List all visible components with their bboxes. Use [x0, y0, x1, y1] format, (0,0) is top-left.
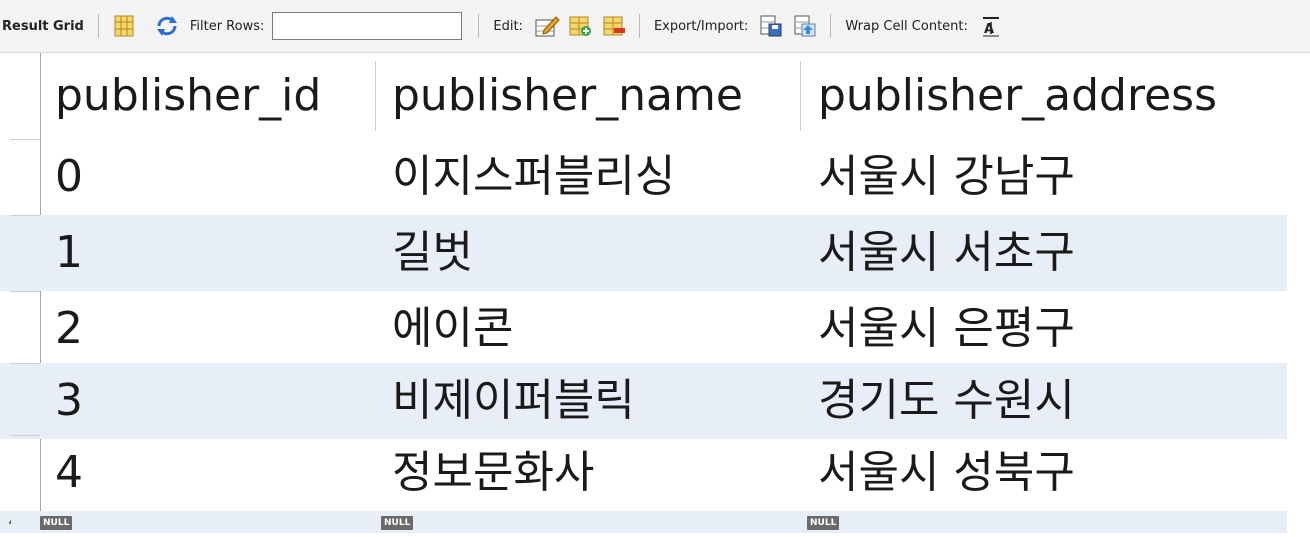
export-icon[interactable]	[759, 14, 783, 38]
cell-publisher-id[interactable]: 3	[55, 363, 83, 439]
column-header-publisher-address[interactable]: publisher_address	[818, 53, 1217, 139]
edit-row-icon[interactable]	[534, 14, 560, 38]
refresh-icon[interactable]	[155, 14, 179, 38]
filter-rows-input[interactable]	[272, 12, 463, 40]
cell-publisher-address[interactable]: 경기도 수원시	[818, 363, 1075, 439]
table-row[interactable]: 2 에이콘 서울시 은평구	[0, 291, 1287, 367]
svg-text:A: A	[984, 22, 994, 37]
row-divider	[10, 363, 40, 364]
cell-publisher-address[interactable]: 서울시 서초구	[818, 215, 1075, 291]
table-row[interactable]: 0 이지스퍼블리싱 서울시 강남구	[0, 139, 1287, 215]
toolbar-divider	[638, 14, 640, 38]
result-grid-toolbar: Result Grid Filter Rows: Edit: Export/Im…	[0, 0, 1310, 53]
result-grid: publisher_id publisher_name publisher_ad…	[0, 53, 1310, 537]
row-divider	[10, 291, 40, 292]
filter-rows-label: Filter Rows:	[189, 18, 265, 34]
cell-publisher-name[interactable]: 에이콘	[392, 291, 513, 367]
cell-publisher-id[interactable]: 4	[55, 435, 83, 511]
edit-label: Edit:	[493, 18, 523, 34]
delete-row-icon[interactable]	[602, 14, 626, 38]
toolbar-divider	[97, 14, 99, 38]
export-import-label: Export/Import:	[653, 18, 749, 34]
cell-publisher-address[interactable]: 서울시 은평구	[818, 291, 1075, 367]
column-header-publisher-name[interactable]: publisher_name	[392, 53, 743, 139]
new-row-marker: ‘	[8, 519, 13, 535]
null-badge[interactable]: NULL	[40, 516, 73, 530]
wrap-text-icon[interactable]: A	[979, 14, 1003, 38]
row-divider	[10, 139, 40, 140]
wrap-cell-content-label: Wrap Cell Content:	[845, 18, 968, 34]
null-badge[interactable]: NULL	[807, 516, 840, 530]
cell-publisher-name[interactable]: 이지스퍼블리싱	[392, 139, 675, 215]
column-divider[interactable]	[375, 61, 376, 131]
column-divider[interactable]	[800, 61, 801, 131]
column-header-publisher-id[interactable]: publisher_id	[55, 53, 321, 139]
cell-publisher-name[interactable]: 비제이퍼블릭	[392, 363, 635, 439]
cell-publisher-name[interactable]: 길벗	[392, 215, 473, 291]
null-badge[interactable]: NULL	[381, 516, 414, 530]
add-row-icon[interactable]	[568, 14, 592, 38]
cell-publisher-id[interactable]: 1	[55, 215, 83, 291]
cell-publisher-address[interactable]: 서울시 강남구	[818, 139, 1075, 215]
row-divider	[10, 435, 40, 436]
row-divider	[10, 215, 40, 216]
table-row[interactable]: 1 길벗 서울시 서초구	[0, 215, 1287, 291]
cell-publisher-name[interactable]: 정보문화사	[392, 435, 594, 511]
new-row[interactable]	[0, 511, 1287, 533]
table-row[interactable]: 3 비제이퍼블릭 경기도 수원시	[0, 363, 1287, 439]
cell-publisher-id[interactable]: 2	[55, 291, 83, 367]
cell-publisher-id[interactable]: 0	[55, 139, 83, 215]
grid-header-row: publisher_id publisher_name publisher_ad…	[0, 53, 1287, 139]
toolbar-divider	[830, 14, 832, 38]
cell-publisher-address[interactable]: 서울시 성북구	[818, 435, 1075, 511]
result-grid-label: Result Grid	[2, 18, 84, 34]
toolbar-divider	[478, 14, 480, 38]
grid-layout-icon[interactable]	[112, 14, 136, 38]
import-icon[interactable]	[793, 14, 817, 38]
table-row[interactable]: 4 정보문화사 서울시 성북구	[0, 435, 1287, 511]
